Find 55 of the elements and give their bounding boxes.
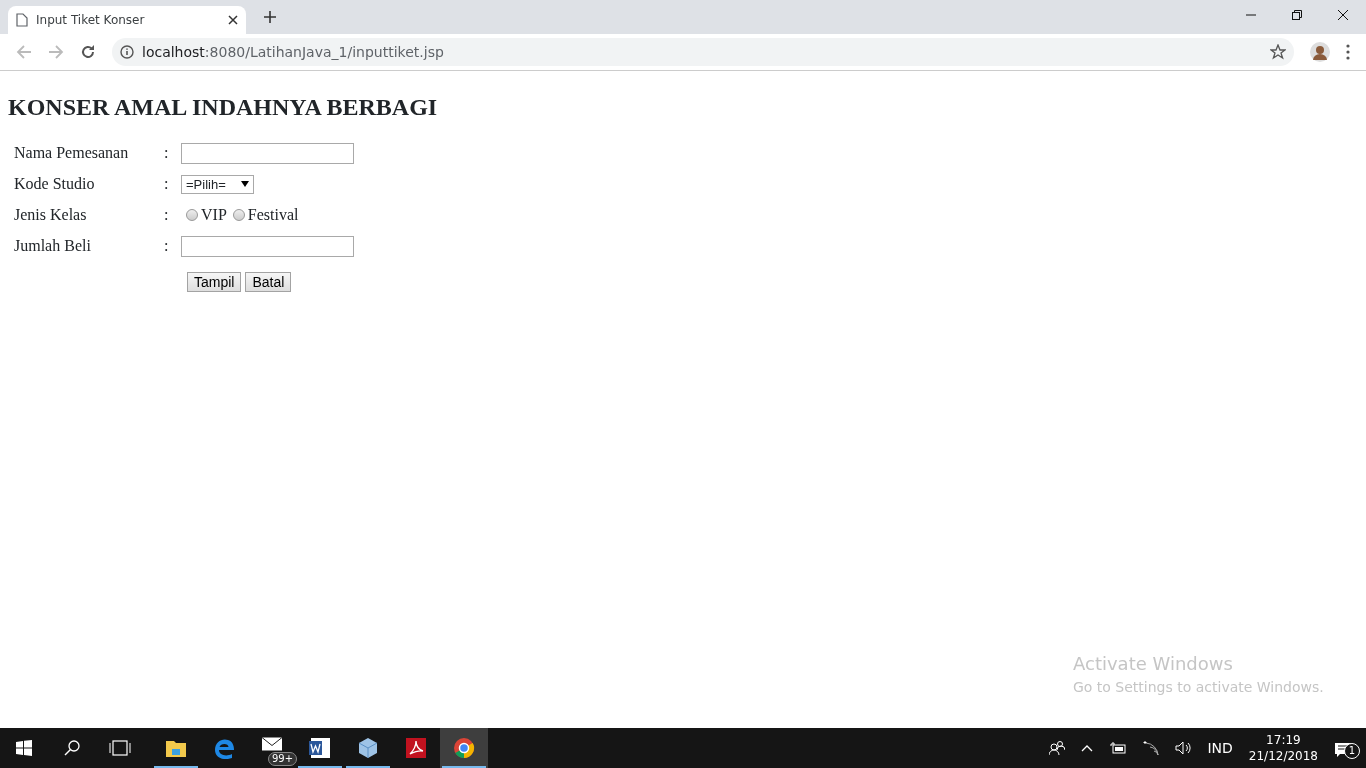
text-input[interactable] [181,235,354,257]
close-icon[interactable] [228,15,238,25]
page-icon [16,13,28,27]
star-icon[interactable] [1270,44,1286,60]
field-label: Nama Pemesanan [13,143,130,164]
text-input[interactable] [181,142,354,164]
count-badge: 99+ [268,752,298,766]
search-icon[interactable] [64,740,80,756]
separator: : [164,174,170,195]
separator: : [164,205,170,226]
taskbar-app-button[interactable]: 99+ [248,728,296,768]
field-label: Jumlah Beli [13,236,92,257]
separator: : [164,143,170,164]
document-icon [309,737,331,759]
activation-title: Activate Windows [1073,652,1234,676]
chrome-icon [453,737,475,759]
people-icon[interactable] [1049,741,1066,755]
studio-select[interactable]: =Pilih= [181,174,254,194]
browser-icon [213,737,235,759]
windows-start-icon[interactable] [16,740,32,756]
activation-subtitle: Go to Settings to activate Windows. [1073,678,1324,697]
pdf-icon [405,737,427,759]
reload-icon[interactable] [80,44,96,60]
wifi-icon[interactable] [1143,740,1160,756]
tab-title: Input Tiket Konser [36,12,146,29]
radio-button[interactable] [232,209,245,222]
volume-icon[interactable] [1175,741,1192,755]
avatar-icon[interactable] [1310,42,1330,62]
caret-icon [241,181,249,188]
restore-icon[interactable] [1292,10,1302,20]
clock[interactable]: 17:19 21/12/2018 [1248,732,1318,764]
radio-label: VIP [201,205,227,226]
notification-count: 1 [1344,743,1360,759]
cube-icon [357,737,379,759]
browser-tab[interactable]: Input Tiket Konser [8,6,246,34]
radio-label: Festival [247,205,299,226]
chevron-up-icon[interactable] [1081,744,1094,752]
separator: : [164,236,170,257]
cancel-button[interactable]: Batal [245,271,292,292]
new-tab-icon[interactable] [264,11,276,23]
close-icon[interactable] [1338,10,1348,20]
url-text: localhost:8080/LatihanJava_1/inputtiket.jsp [142,42,445,62]
task-view-icon[interactable] [109,740,131,756]
taskbar-app-button[interactable] [440,728,488,768]
field-label: Jenis Kelas [13,205,88,226]
field-label: Kode Studio [13,174,96,195]
info-icon [120,45,134,59]
address-bar[interactable]: localhost:8080/LatihanJava_1/inputtiket.jsp [112,38,1294,66]
language-indicator[interactable]: IND [1207,737,1233,759]
battery-icon[interactable] [1109,742,1128,754]
submit-button[interactable]: Tampil [187,271,242,292]
radio-button[interactable] [186,209,198,222]
mail-icon [261,737,283,751]
page-heading: KONSER AMAL INDAHNYA BERBAGI [8,93,439,122]
menu-icon[interactable] [1346,44,1350,60]
